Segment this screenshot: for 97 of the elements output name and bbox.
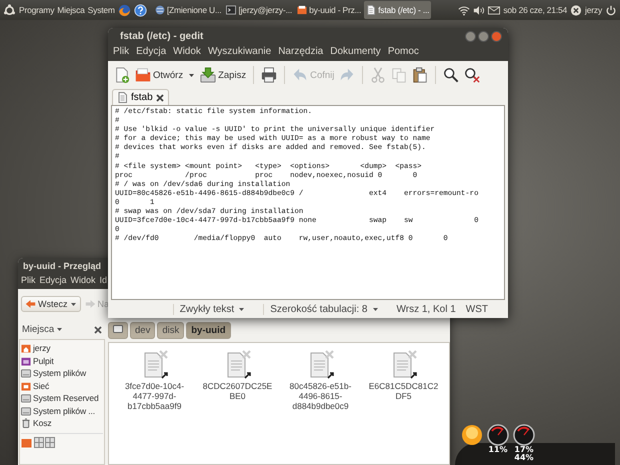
folder-icon <box>135 67 151 83</box>
user-name[interactable]: jerzy <box>585 5 602 15</box>
file-name[interactable]: 3fce7d0e-10c4-4477-997d-b17cbb5aa9f9 <box>118 381 192 411</box>
close-icon[interactable] <box>156 94 164 102</box>
trash-icon <box>21 418 31 428</box>
copy-icon <box>391 67 408 83</box>
minimize-button[interactable] <box>465 31 476 42</box>
terminal-icon <box>226 5 236 15</box>
gauge-reading: 44% <box>514 454 534 462</box>
menu-item[interactable]: Id <box>100 275 108 285</box>
redo-arrow-icon <box>339 67 356 83</box>
document-tab[interactable]: fstab <box>112 89 169 105</box>
menu-item[interactable]: Edycja <box>40 275 67 285</box>
help-icon[interactable] <box>134 4 147 16</box>
caret-icon <box>56 326 64 333</box>
gauge-reading: 17% <box>514 446 534 454</box>
taskbar-button[interactable]: [jerzy@jerzy-... <box>224 1 294 19</box>
undo-arrow-icon <box>292 67 308 83</box>
panel-menu[interactable]: Programy <box>19 5 54 15</box>
menu-item[interactable]: Widok <box>173 46 201 57</box>
drive-icon <box>21 406 31 416</box>
clipboard-icon <box>412 67 428 83</box>
back-arrow-icon <box>25 299 36 309</box>
panel-menu[interactable]: System <box>88 5 115 15</box>
drive-icon <box>21 368 31 378</box>
globe-icon <box>154 5 165 15</box>
caret-icon <box>238 306 246 312</box>
text-editor[interactable] <box>111 105 505 300</box>
syntax-dropdown[interactable]: Zwykły tekst <box>172 304 252 314</box>
file-name[interactable]: 80c45826-e51b-4496-8615-d884b9dbe0c9 <box>284 381 358 411</box>
tab-width-dropdown[interactable]: Szerokość tabulacji: 8 <box>263 304 384 314</box>
menu-item[interactable]: Dokumenty <box>330 46 381 57</box>
document-icon <box>366 5 376 15</box>
menu-item[interactable]: Edycja <box>136 46 166 57</box>
sidebar-item[interactable]: Sieć <box>21 380 103 392</box>
taskbar-button[interactable]: fstab (/etc) - ... <box>364 1 432 19</box>
scissors-icon <box>370 67 386 83</box>
path-button[interactable]: by-uuid <box>186 322 231 339</box>
drive-icon <box>21 393 31 404</box>
gauge-icon <box>487 424 509 446</box>
file-name[interactable]: 8CDC2607DC25EBE0 <box>200 381 274 401</box>
window-title: by-uuid - Przegląd <box>23 261 102 271</box>
window-title: fstab (/etc) - gedit <box>120 31 204 42</box>
close-button[interactable] <box>491 31 502 42</box>
download-drive-icon <box>200 67 216 83</box>
menu-item[interactable]: Widok <box>70 275 96 285</box>
menu-item[interactable]: Plik <box>113 46 130 57</box>
desktop-folder-icon <box>21 356 31 366</box>
panel-menu[interactable]: Miejsca <box>57 5 85 15</box>
search-replace-icon <box>464 67 480 83</box>
path-button[interactable]: disk <box>157 322 184 339</box>
path-button[interactable]: dev <box>130 322 156 339</box>
open-button[interactable]: Otwórz <box>133 66 186 84</box>
document-icon <box>117 92 128 103</box>
taskbar-button[interactable]: by-uuid - Prz... <box>295 1 364 19</box>
drive-path-button[interactable] <box>108 322 128 339</box>
power-icon[interactable] <box>605 4 617 16</box>
maximize-button[interactable] <box>478 31 489 42</box>
save-button[interactable]: Zapisz <box>198 66 248 84</box>
browser-icon[interactable] <box>118 4 131 16</box>
menu-item[interactable]: Plik <box>21 275 36 285</box>
caret-icon <box>372 306 378 312</box>
search-icon <box>443 67 460 83</box>
volume-icon[interactable] <box>473 4 486 16</box>
back-button[interactable]: Wstecz <box>21 296 81 312</box>
grid-view-icon[interactable] <box>34 436 55 448</box>
gauge-reading: 11% <box>488 446 508 454</box>
caret-icon <box>188 72 196 78</box>
printer-icon <box>261 67 278 83</box>
sidebar-item[interactable]: jerzy <box>21 342 103 354</box>
forward-arrow-icon <box>84 299 96 309</box>
drive-icon <box>113 324 123 334</box>
gauge-icon <box>513 424 535 446</box>
places-dropdown[interactable]: Miejsca <box>22 324 64 335</box>
caret-icon <box>70 300 77 308</box>
wifi-icon[interactable] <box>458 4 470 16</box>
cursor-position: Wrsz 1, Kol 1 <box>396 304 456 314</box>
close-icon[interactable] <box>94 326 102 334</box>
sidebar-item[interactable]: System plików ... <box>21 404 103 417</box>
sidebar-item[interactable]: Pulpit <box>21 354 103 367</box>
taskbar-button[interactable]: [Zmienione U... <box>152 1 224 19</box>
mail-icon[interactable] <box>488 4 500 16</box>
logo-icon[interactable] <box>3 4 16 16</box>
sun-icon <box>461 424 483 446</box>
new-document-icon <box>114 67 130 83</box>
folder-icon[interactable] <box>21 436 32 448</box>
insert-mode: WST <box>464 304 489 314</box>
folder-icon <box>297 5 308 15</box>
sidebar-item[interactable]: System Reserved <box>21 392 103 404</box>
sidebar-item[interactable]: System plików <box>21 367 103 380</box>
sidebar-item[interactable]: Kosz <box>21 417 103 430</box>
file-name[interactable]: E6C81C5DC81C2DF5 <box>366 381 440 401</box>
menu-item[interactable]: Wyszukiwanie <box>208 46 272 57</box>
menu-item[interactable]: Narzędzia <box>278 46 324 57</box>
menu-item[interactable]: Pomoc <box>388 46 419 57</box>
replace-button[interactable] <box>462 66 482 84</box>
clock[interactable]: sob 26 cze, 21:54 <box>503 5 568 15</box>
